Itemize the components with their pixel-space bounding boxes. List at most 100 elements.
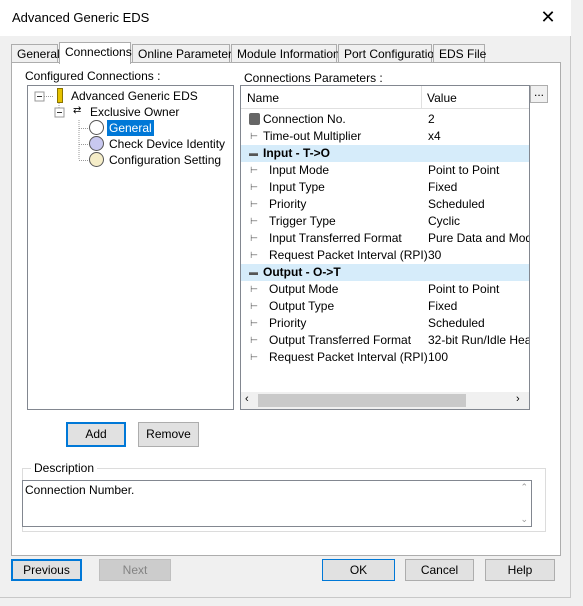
parameter-value[interactable]: Fixed <box>428 179 457 196</box>
parameter-name: Input - T->O <box>263 146 330 160</box>
name-column-header[interactable]: Name <box>247 91 279 105</box>
parameter-value[interactable]: 100 <box>428 349 448 366</box>
parameter-value[interactable]: Scheduled <box>428 196 485 213</box>
close-icon[interactable]: ✕ <box>537 6 559 28</box>
parameter-row[interactable]: ⊢ Time-out Multiplier x4 <box>241 128 529 145</box>
window-title: Advanced Generic EDS <box>12 10 150 25</box>
tab-label: Online Parameters <box>138 47 239 61</box>
dialog-window: Advanced Generic EDS ✕ General Connectio… <box>0 0 571 598</box>
category-row[interactable]: ▬ Output - O->T <box>241 264 529 281</box>
lock-icon <box>249 113 260 125</box>
scroll-left-icon[interactable]: ‹ <box>245 393 249 405</box>
parameter-name: Priority <box>269 197 307 211</box>
parameter-name: Input Type <box>269 180 325 194</box>
parameter-name: Trigger Type <box>269 214 336 228</box>
connections-panel: Configured Connections : Connections Par… <box>11 62 561 556</box>
parameter-row[interactable]: ⊢ Output Mode Point to Point <box>241 281 529 298</box>
cancel-button[interactable]: Cancel <box>405 559 474 581</box>
parameter-row[interactable]: ⊢ Output Transferred Format 32-bit Run/Idl… <box>241 332 529 349</box>
configuration-setting-icon <box>89 152 104 167</box>
tree-exclusive-owner[interactable]: Exclusive Owner <box>90 104 179 120</box>
category-marker-icon: ▬ <box>249 267 258 277</box>
previous-button[interactable]: Previous <box>11 559 82 581</box>
parameter-row[interactable]: ⊢ Priority Scheduled <box>241 315 529 332</box>
parameter-value[interactable]: Point to Point <box>428 162 499 179</box>
parameter-value[interactable]: Scheduled <box>428 315 485 332</box>
next-button[interactable]: Next <box>99 559 171 581</box>
parameter-value[interactable]: 2 <box>428 111 435 128</box>
connections-parameters-label: Connections Parameters : <box>244 71 383 85</box>
parameter-name: Connection No. <box>263 112 346 126</box>
tab-eds-file[interactable]: EDS File <box>433 44 486 63</box>
row-indent-icon: ⊢ <box>250 233 258 243</box>
row-indent-icon: ⊢ <box>250 199 258 209</box>
parameter-name: Time-out Multiplier <box>263 129 362 143</box>
tab-label: Module Informations <box>237 47 346 61</box>
value-column-header[interactable]: Value <box>427 91 457 105</box>
parameter-value[interactable]: Pure Data and Mode <box>428 230 529 247</box>
add-button[interactable]: Add <box>66 422 126 447</box>
column-divider <box>421 86 422 109</box>
remove-button[interactable]: Remove <box>138 422 199 447</box>
parameter-name: Input Mode <box>269 163 330 177</box>
parameter-value[interactable]: x4 <box>428 128 441 145</box>
parameter-value[interactable]: 32-bit Run/Idle Head <box>428 332 529 349</box>
row-indent-icon: ⊢ <box>250 182 258 192</box>
horizontal-scrollbar[interactable]: ‹ › <box>241 392 529 409</box>
row-indent-icon: ⊢ <box>250 301 258 311</box>
more-options-button[interactable]: ... <box>530 85 548 103</box>
category-row[interactable]: ▬ Input - T->O <box>241 145 529 162</box>
row-indent-icon: ⊢ <box>250 284 258 294</box>
row-indent-icon: ⊢ <box>250 165 258 175</box>
row-indent-icon: ⊢ <box>250 131 258 141</box>
grid-header: Name Value <box>241 86 529 109</box>
tree-item-check-device-identity[interactable]: Check Device Identity <box>109 136 225 152</box>
parameter-name: Output Transferred Format <box>269 333 412 347</box>
parameters-grid[interactable]: Name Value Connection No. 2 ⊢ Time-out Mult… <box>240 85 530 410</box>
parameter-value[interactable]: 30 <box>428 247 441 264</box>
parameter-value[interactable]: Point to Point <box>428 281 499 298</box>
tab-module-informations[interactable]: Module Informations <box>231 44 346 63</box>
description-box[interactable]: Connection Number. ⌃ ⌄ <box>22 480 532 527</box>
tab-connections[interactable]: Connections <box>59 42 132 64</box>
tab-label: Port Configuration <box>344 47 441 61</box>
tab-online-parameters[interactable]: Online Parameters <box>132 44 238 63</box>
description-label: Description <box>31 461 98 475</box>
help-button[interactable]: Help <box>485 559 555 581</box>
tree-item-general[interactable]: General <box>107 120 154 136</box>
parameter-value[interactable]: Fixed <box>428 298 457 315</box>
tree-item-configuration-setting[interactable]: Configuration Setting <box>109 152 221 168</box>
scroll-down-icon[interactable]: ⌄ <box>520 514 528 525</box>
scrollbar-thumb[interactable] <box>258 394 466 407</box>
category-marker-icon: ▬ <box>249 148 258 158</box>
parameter-row[interactable]: Connection No. 2 <box>241 111 529 128</box>
ok-button[interactable]: OK <box>322 559 395 581</box>
parameter-row[interactable]: ⊢ Input Type Fixed <box>241 179 529 196</box>
parameter-row[interactable]: ⊢ Request Packet Interval (RPI) 30 <box>241 247 529 264</box>
connections-tree[interactable]: Advanced Generic EDS ⇄ Exclusive Owner G… <box>27 85 234 410</box>
parameter-value[interactable]: Cyclic <box>428 213 460 230</box>
parameter-name: Request Packet Interval (RPI) <box>269 248 428 262</box>
parameter-row[interactable]: ⊢ Input Mode Point to Point <box>241 162 529 179</box>
parameter-name: Request Packet Interval (RPI) <box>269 350 428 364</box>
parameter-name: Output - O->T <box>263 265 341 279</box>
parameter-name: Output Mode <box>269 282 339 296</box>
row-indent-icon: ⊢ <box>250 250 258 260</box>
scroll-right-icon[interactable]: › <box>516 393 520 405</box>
tab-port-configuration[interactable]: Port Configuration <box>338 44 441 63</box>
configured-connections-label: Configured Connections : <box>25 69 161 83</box>
parameter-row[interactable]: ⊢ Output Type Fixed <box>241 298 529 315</box>
parameter-row[interactable]: ⊢ Priority Scheduled <box>241 196 529 213</box>
tab-general[interactable]: General <box>11 44 60 63</box>
parameter-row[interactable]: ⊢ Input Transferred Format Pure Data and M… <box>241 230 529 247</box>
parameter-name: Input Transferred Format <box>269 231 402 245</box>
parameter-row[interactable]: ⊢ Request Packet Interval (RPI) 100 <box>241 349 529 366</box>
scroll-up-icon[interactable]: ⌃ <box>520 482 528 493</box>
device-icon <box>57 88 63 103</box>
description-text: Connection Number. <box>25 483 135 497</box>
check-device-identity-icon <box>89 136 104 151</box>
title-bar: Advanced Generic EDS ✕ <box>0 0 571 36</box>
row-indent-icon: ⊢ <box>250 318 258 328</box>
parameter-row[interactable]: ⊢ Trigger Type Cyclic <box>241 213 529 230</box>
tree-root[interactable]: Advanced Generic EDS <box>71 88 198 104</box>
